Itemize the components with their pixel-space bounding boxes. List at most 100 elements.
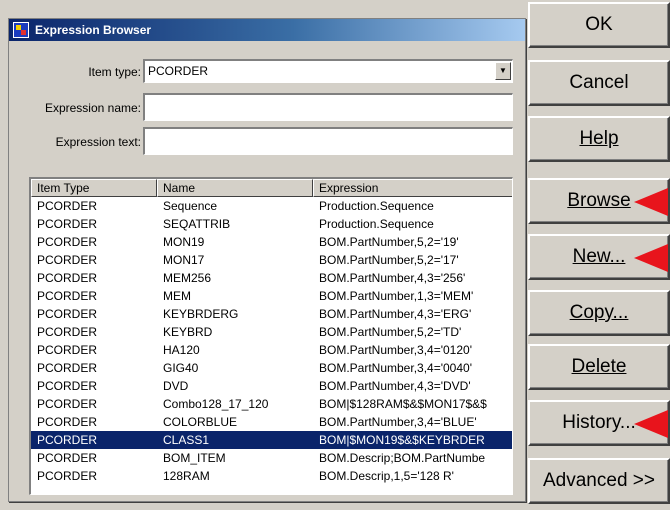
cell-expression: BOM.PartNumber,5,2='17' [319, 253, 459, 267]
table-row[interactable]: PCORDER MEM BOM.PartNumber,1,3='MEM' [31, 287, 512, 305]
cell-expression: BOM.PartNumber,3,4='0120' [319, 343, 472, 357]
column-header-item-type[interactable]: Item Type [31, 179, 157, 197]
cell-item-type: PCORDER [37, 289, 98, 303]
table-row[interactable]: PCORDER CLASS1 BOM|$MON19$&$KEYBRDER [31, 431, 512, 449]
expression-browser-dialog: Expression Browser Item type: PCORDER ▼ … [8, 18, 526, 502]
table-row[interactable]: PCORDER COLORBLUE BOM.PartNumber,3,4='BLUE… [31, 413, 512, 431]
cell-item-type: PCORDER [37, 361, 98, 375]
table-row[interactable]: PCORDER MON17 BOM.PartNumber,5,2='17' [31, 251, 512, 269]
table-row[interactable]: PCORDER MEM256 BOM.PartNumber,4,3='256' [31, 269, 512, 287]
table-row[interactable]: PCORDER DVD BOM.PartNumber,4,3='DVD' [31, 377, 512, 395]
table-row[interactable]: PCORDER 128RAM BOM.Descrip,1,5='128 R' [31, 467, 512, 485]
column-header-name[interactable]: Name [157, 179, 313, 197]
cell-expression: BOM.PartNumber,3,4='BLUE' [319, 415, 477, 429]
help-button-label: Help [579, 128, 619, 149]
cell-item-type: PCORDER [37, 235, 98, 249]
help-button[interactable]: Help [528, 116, 670, 162]
new-button-label: New... [572, 246, 626, 267]
cell-name: MEM [163, 289, 191, 303]
cell-name: HA120 [163, 343, 200, 357]
cell-expression: Production.Sequence [319, 217, 434, 231]
cell-name: MON19 [163, 235, 205, 249]
delete-button[interactable]: Delete [528, 344, 670, 390]
expression-list[interactable]: Item Type Name Expression PCORDER Sequenc… [29, 177, 513, 495]
advanced-button[interactable]: Advanced >> [528, 458, 670, 504]
cell-name: MON17 [163, 253, 205, 267]
table-row[interactable]: PCORDER KEYBRD BOM.PartNumber,5,2='TD' [31, 323, 512, 341]
cell-name: DVD [163, 379, 189, 393]
cell-expression: BOM|$MON19$&$KEYBRDER [319, 433, 485, 447]
table-row[interactable]: PCORDER HA120 BOM.PartNumber,3,4='0120' [31, 341, 512, 359]
cell-item-type: PCORDER [37, 325, 98, 339]
app-icon [13, 22, 29, 38]
ok-button-label: OK [585, 14, 613, 35]
table-row[interactable]: PCORDER KEYBRDERG BOM.PartNumber,4,3='ERG' [31, 305, 512, 323]
list-body: PCORDER Sequence Production.Sequence PCORDE… [31, 197, 512, 485]
cell-expression: BOM|$128RAM$&$MON17$&$ [319, 397, 487, 411]
cell-name: CLASS1 [163, 433, 210, 447]
cell-expression: BOM.PartNumber,4,3='256' [319, 271, 466, 285]
expression-text-field[interactable] [143, 127, 513, 155]
expression-text-label: Expression text: [55, 135, 141, 149]
item-type-value: PCORDER [148, 64, 209, 78]
window-title: Expression Browser [35, 23, 152, 37]
copy-button[interactable]: Copy... [528, 290, 670, 336]
table-row[interactable]: PCORDER Combo128_17_120 BOM|$128RAM$&$MON1… [31, 395, 512, 413]
table-row[interactable]: PCORDER BOM_ITEM BOM.Descrip;BOM.PartNumbe [31, 449, 512, 467]
cancel-button-label: Cancel [569, 72, 629, 93]
cell-name: Sequence [163, 199, 218, 213]
table-row[interactable]: PCORDER GIG40 BOM.PartNumber,3,4='0040' [31, 359, 512, 377]
ok-button[interactable]: OK [528, 2, 670, 48]
cell-item-type: PCORDER [37, 343, 98, 357]
cell-expression: BOM.PartNumber,5,2='TD' [319, 325, 462, 339]
title-bar[interactable]: Expression Browser [9, 19, 525, 41]
table-row[interactable]: PCORDER MON19 BOM.PartNumber,5,2='19' [31, 233, 512, 251]
expression-name-field[interactable] [143, 93, 513, 121]
red-arrow-icon [634, 410, 668, 438]
cell-item-type: PCORDER [37, 253, 98, 267]
item-type-select[interactable]: PCORDER ▼ [143, 59, 513, 83]
cell-expression: Production.Sequence [319, 199, 434, 213]
advanced-button-label: Advanced >> [543, 470, 655, 491]
cell-name: KEYBRDERG [163, 307, 239, 321]
cell-item-type: PCORDER [37, 469, 98, 483]
expression-name-label: Expression name: [44, 101, 141, 115]
cell-expression: BOM.Descrip,1,5='128 R' [319, 469, 454, 483]
cell-item-type: PCORDER [37, 217, 98, 231]
history-button-label: History... [562, 412, 636, 433]
cell-item-type: PCORDER [37, 199, 98, 213]
cell-expression: BOM.PartNumber,1,3='MEM' [319, 289, 474, 303]
browse-button-label: Browse [567, 190, 631, 211]
cell-expression: BOM.PartNumber,3,4='0040' [319, 361, 472, 375]
cell-name: SEQATTRIB [163, 217, 231, 231]
cell-name: GIG40 [163, 361, 199, 375]
red-arrow-icon [634, 244, 668, 272]
column-header-expression[interactable]: Expression [313, 179, 512, 197]
cell-expression: BOM.PartNumber,4,3='ERG' [319, 307, 472, 321]
list-header: Item Type Name Expression [31, 179, 512, 197]
cell-item-type: PCORDER [37, 271, 98, 285]
table-row[interactable]: PCORDER Sequence Production.Sequence [31, 197, 512, 215]
cancel-button[interactable]: Cancel [528, 60, 670, 106]
cell-item-type: PCORDER [37, 415, 98, 429]
red-arrow-icon [634, 188, 668, 216]
cell-name: MEM256 [163, 271, 212, 285]
copy-button-label: Copy... [569, 302, 629, 323]
cell-name: KEYBRD [163, 325, 213, 339]
cell-item-type: PCORDER [37, 397, 98, 411]
cell-name: COLORBLUE [163, 415, 238, 429]
cell-name: 128RAM [163, 469, 210, 483]
cell-expression: BOM.PartNumber,4,3='DVD' [319, 379, 471, 393]
cell-item-type: PCORDER [37, 451, 98, 465]
cell-name: BOM_ITEM [163, 451, 226, 465]
cell-item-type: PCORDER [37, 433, 98, 447]
cell-expression: BOM.PartNumber,5,2='19' [319, 235, 459, 249]
cell-item-type: PCORDER [37, 307, 98, 321]
cell-item-type: PCORDER [37, 379, 98, 393]
table-row[interactable]: PCORDER SEQATTRIB Production.Sequence [31, 215, 512, 233]
cell-expression: BOM.Descrip;BOM.PartNumbe [319, 451, 486, 465]
delete-button-label: Delete [571, 356, 627, 377]
item-type-label: Item type: [88, 65, 141, 79]
cell-name: Combo128_17_120 [163, 397, 269, 411]
chevron-down-icon[interactable]: ▼ [495, 62, 511, 80]
